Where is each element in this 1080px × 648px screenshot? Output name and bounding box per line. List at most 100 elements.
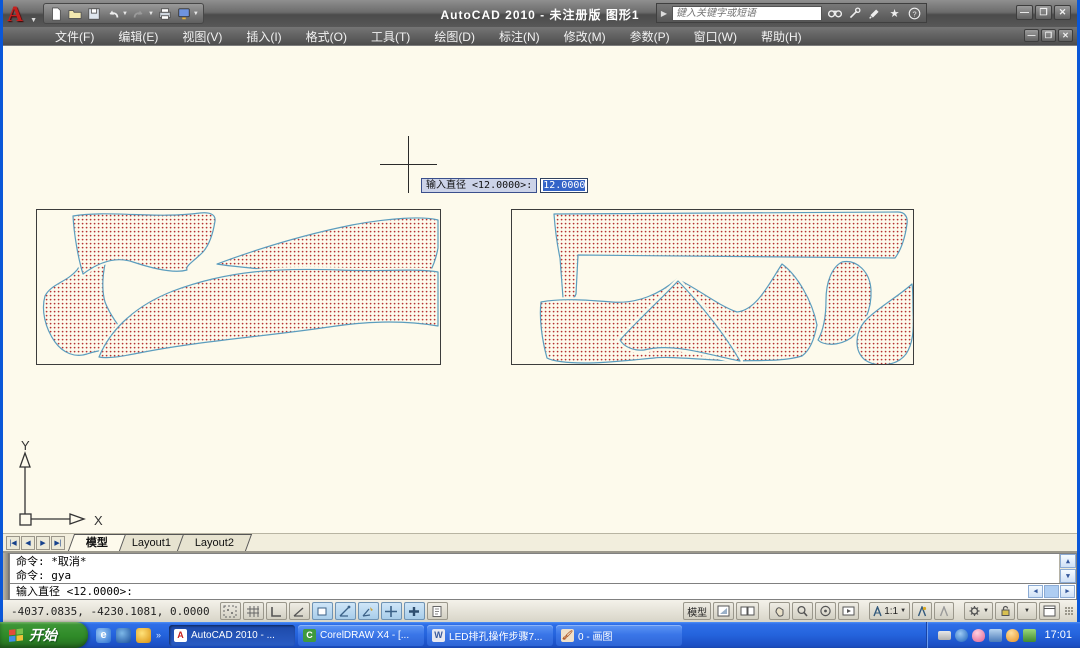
pattern-piece[interactable]: [99, 269, 438, 357]
subscription-center-icon[interactable]: [867, 6, 882, 20]
quick-launch-overflow-icon[interactable]: »: [156, 630, 161, 640]
restore-button[interactable]: ❐: [1035, 5, 1052, 20]
pattern-piece[interactable]: [73, 213, 215, 274]
favorites-star-icon[interactable]: ★: [887, 6, 902, 20]
scroll-down-icon[interactable]: ▼: [1060, 569, 1076, 583]
communication-center-icon[interactable]: [847, 6, 862, 20]
doc-restore-button[interactable]: ❐: [1041, 29, 1056, 42]
workspace-gear-icon[interactable]: ▼: [964, 602, 993, 620]
save-icon[interactable]: [86, 6, 102, 22]
plot-icon[interactable]: [157, 6, 173, 22]
annotation-visibility-icon[interactable]: [912, 602, 932, 620]
command-input-line[interactable]: 输入直径 <12.0000>: ◀ ▶: [9, 583, 1077, 600]
scroll-left-icon[interactable]: ◀: [1028, 585, 1043, 598]
menu-edit[interactable]: 编辑(E): [106, 27, 170, 46]
undo-dropdown-icon[interactable]: ▼: [122, 11, 128, 17]
drawing-area[interactable]: 输入直径 <12.0000>: 12.0000: [3, 45, 1077, 533]
help-icon[interactable]: ?: [907, 6, 922, 20]
redo-dropdown-icon[interactable]: ▼: [148, 11, 154, 17]
new-icon[interactable]: [48, 6, 64, 22]
toggle-polar[interactable]: [289, 602, 310, 620]
command-history[interactable]: 命令: *取消* 命令: gya ▲ ▼: [9, 553, 1077, 583]
tab-model[interactable]: 模型: [68, 534, 126, 551]
scroll-right-icon[interactable]: ▶: [1060, 585, 1075, 598]
taskbar-task-paint[interactable]: 🖌 0 - 画图: [556, 625, 682, 646]
start-button[interactable]: 开始: [0, 622, 88, 648]
menu-dimension[interactable]: 标注(N): [487, 27, 552, 46]
layout-button[interactable]: [713, 602, 734, 620]
input-method-tray-icon[interactable]: [955, 629, 968, 642]
taskbar-task-coreldraw[interactable]: C CorelDRAW X4 - [...: [298, 625, 424, 646]
zoom-icon[interactable]: [792, 602, 813, 620]
menu-tools[interactable]: 工具(T): [359, 27, 422, 46]
status-bar-right: 模型 1:1 ▼ ▼ ▼: [683, 602, 1077, 620]
menu-view[interactable]: 视图(V): [170, 27, 234, 46]
tab-layout2[interactable]: Layout2: [177, 534, 252, 551]
layout-tabs-button[interactable]: [736, 602, 759, 620]
command-hscrollbar[interactable]: ◀ ▶: [1028, 585, 1075, 598]
autoscale-icon[interactable]: [934, 602, 954, 620]
toggle-grid[interactable]: [243, 602, 264, 620]
redo-icon[interactable]: [131, 6, 147, 22]
resize-grip[interactable]: [1065, 607, 1073, 615]
ie-icon[interactable]: e: [96, 628, 111, 643]
search-input[interactable]: [672, 6, 822, 21]
toggle-otrack[interactable]: [335, 602, 356, 620]
tab-next-icon[interactable]: ▶: [36, 536, 50, 550]
scroll-up-icon[interactable]: ▲: [1060, 554, 1076, 568]
menu-window[interactable]: 窗口(W): [682, 27, 749, 46]
tab-first-icon[interactable]: |◀: [6, 536, 20, 550]
showmotion-icon[interactable]: [838, 602, 859, 620]
toggle-quick-properties[interactable]: [427, 602, 448, 620]
steering-wheel-icon[interactable]: [815, 602, 836, 620]
clean-screen-icon[interactable]: [1039, 602, 1060, 620]
app-menu-button[interactable]: A ▼: [5, 1, 35, 26]
toggle-dyn[interactable]: [381, 602, 402, 620]
annotation-scale-button[interactable]: 1:1 ▼: [869, 602, 910, 620]
menu-insert[interactable]: 插入(I): [234, 27, 293, 46]
qq-pink-tray-icon[interactable]: [972, 629, 985, 642]
menu-file[interactable]: 文件(F): [43, 27, 106, 46]
tab-last-icon[interactable]: ▶|: [51, 536, 65, 550]
search-expand-icon[interactable]: ▶: [661, 9, 667, 18]
keyboard-tray-icon[interactable]: [938, 631, 951, 640]
display-icon[interactable]: [176, 6, 192, 22]
close-button[interactable]: ✕: [1054, 5, 1071, 20]
taskbar-clock[interactable]: 17:01: [1044, 629, 1072, 641]
status-menu-dropdown-icon[interactable]: ▼: [1017, 602, 1037, 620]
doc-minimize-button[interactable]: ―: [1024, 29, 1039, 42]
messenger-icon[interactable]: [136, 628, 151, 643]
menu-help[interactable]: 帮助(H): [749, 27, 814, 46]
dynamic-input-field[interactable]: 12.0000: [540, 178, 588, 193]
lock-icon[interactable]: [995, 602, 1015, 620]
tab-prev-icon[interactable]: ◀: [21, 536, 35, 550]
minimize-button[interactable]: ―: [1016, 5, 1033, 20]
pan-icon[interactable]: [769, 602, 790, 620]
svg-text:?: ?: [912, 9, 916, 18]
media-player-icon[interactable]: [116, 628, 131, 643]
toggle-ortho[interactable]: [266, 602, 287, 620]
taskbar-task-autocad[interactable]: A AutoCAD 2010 - ...: [169, 625, 295, 646]
qat-customize-dropdown-icon[interactable]: ▼: [193, 11, 199, 17]
open-icon[interactable]: [67, 6, 83, 22]
toggle-ducs[interactable]: [358, 602, 379, 620]
toggle-osnap[interactable]: [312, 602, 333, 620]
menu-draw[interactable]: 绘图(D): [422, 27, 487, 46]
toggle-lineweight[interactable]: [404, 602, 425, 620]
taskbar-task-document[interactable]: W LED排孔操作步骤7...: [427, 625, 553, 646]
command-scrollbar[interactable]: ▲ ▼: [1059, 554, 1076, 583]
menu-parametric[interactable]: 参数(P): [618, 27, 682, 46]
doc-close-button[interactable]: ✕: [1058, 29, 1073, 42]
nesting-sheet-left[interactable]: [36, 209, 441, 365]
undo-icon[interactable]: [105, 6, 121, 22]
network-tray-icon[interactable]: [989, 629, 1002, 642]
qq-orange-tray-icon[interactable]: [1006, 629, 1019, 642]
notes-tray-icon[interactable]: [1023, 629, 1036, 642]
toggle-snap[interactable]: [220, 602, 241, 620]
model-space-button[interactable]: 模型: [683, 602, 711, 620]
menu-format[interactable]: 格式(O): [294, 27, 359, 46]
scroll-thumb[interactable]: [1044, 585, 1059, 598]
nesting-sheet-right[interactable]: [511, 209, 914, 365]
search-binoculars-icon[interactable]: [827, 6, 842, 20]
menu-modify[interactable]: 修改(M): [552, 27, 618, 46]
